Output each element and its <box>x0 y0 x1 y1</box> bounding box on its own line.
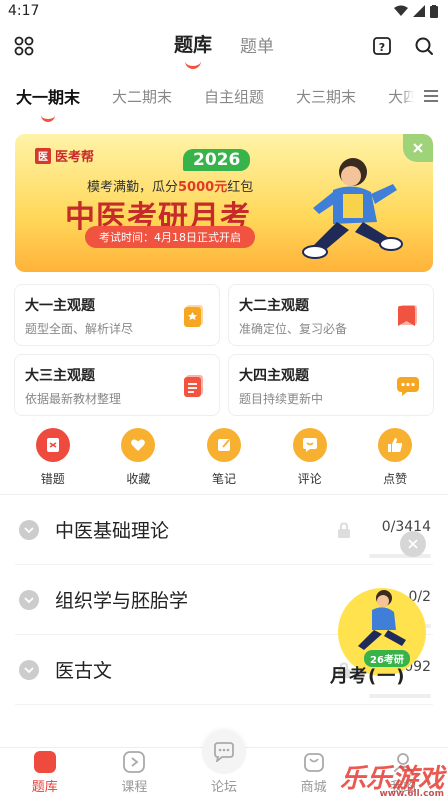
bottom-tab-forum[interactable]: 论坛 <box>194 730 254 795</box>
bottom-tab-question-bank[interactable]: 题库 <box>15 751 75 795</box>
lock-icon <box>338 522 350 538</box>
question-bank-icon <box>33 751 56 773</box>
tool-label: 错题 <box>40 472 65 486</box>
card-title: 大四主观题 <box>239 368 309 384</box>
subject-name: 组织学与胚胎学 <box>55 590 189 612</box>
subject-progress-bar <box>369 694 431 698</box>
running-student-illustration <box>358 590 406 650</box>
comment-icon <box>292 428 327 462</box>
card-desc: 准确定位、复习必备 <box>239 322 348 336</box>
bottom-tab-courses[interactable]: 课程 <box>104 751 164 795</box>
watermark: 乐乐游戏 www.6ll.com <box>340 758 444 799</box>
tool-notes[interactable]: 笔记 <box>194 428 254 494</box>
subtab-year2-final[interactable]: 大二期末 <box>112 86 172 107</box>
subtab-year1-final[interactable]: 大一期末 <box>16 84 80 108</box>
close-icon <box>413 143 423 153</box>
forum-icon <box>201 730 246 774</box>
watermark-url: www.6ll.com <box>379 789 444 799</box>
wifi-icon <box>394 5 408 16</box>
card-title: 大二主观题 <box>239 298 309 314</box>
banner-year: 2026 <box>183 149 251 171</box>
top-nav: 题库 题单 ? <box>0 22 448 70</box>
banner-logo: 医 医考帮 <box>35 146 94 165</box>
tab-question-bank[interactable]: 题库 <box>174 30 212 57</box>
bottom-tab-label: 题库 <box>31 780 58 795</box>
signal-icon <box>413 5 425 17</box>
floating-exam-ad[interactable]: 26考研 月考(一) <box>330 582 434 687</box>
card-year4-subjective[interactable]: 大四主观题 题目持续更新中 <box>228 354 434 416</box>
bottom-tab-label: 商城 <box>300 780 327 795</box>
subject-progress-bar <box>369 554 431 558</box>
status-icons <box>394 4 438 18</box>
doc-lines-icon <box>184 375 203 397</box>
subject-name: 中医基础理论 <box>55 520 170 542</box>
chevron-down-icon[interactable] <box>19 589 39 610</box>
status-time: 4:17 <box>8 3 40 19</box>
top-tabs: 题库 题单 <box>174 30 274 57</box>
subtab-custom-quiz[interactable]: 自主组题 <box>204 86 264 107</box>
logo-text: 医考帮 <box>55 150 95 165</box>
banner-close-corner[interactable] <box>403 134 433 162</box>
card-year3-subjective[interactable]: 大三主观题 依据最新教材整理 <box>14 354 220 416</box>
card-desc: 题型全面、解析详尽 <box>25 322 134 336</box>
promo-banner[interactable]: 医 医考帮 2026 模考满勤，瓜分5000元红包 中医考研月考 考试时间：4月… <box>15 134 433 272</box>
bottom-tab-label: 课程 <box>121 780 148 795</box>
shop-bag-icon <box>303 753 324 772</box>
note-icon <box>206 428 241 462</box>
subject-name: 医古文 <box>55 660 113 682</box>
subtab-year3-final[interactable]: 大三期末 <box>296 86 356 107</box>
svg-text:?: ? <box>379 41 385 54</box>
chevron-down-icon[interactable] <box>19 659 39 680</box>
card-title: 大三主观题 <box>25 368 95 384</box>
tab-question-list[interactable]: 题单 <box>240 32 274 57</box>
tool-wrong-questions[interactable]: 错题 <box>23 428 83 494</box>
tool-label: 笔记 <box>211 472 236 486</box>
subjective-cards: 大一主观题 题型全面、解析详尽 大二主观题 准确定位、复习必备 大三主观题 依据… <box>14 284 434 416</box>
tool-comments[interactable]: 评论 <box>280 428 340 494</box>
wrong-book-icon <box>35 428 70 462</box>
tool-shortcuts: 错题 收藏 笔记 评论 点赞 <box>0 416 448 494</box>
running-student-illustration <box>302 158 403 259</box>
tool-label: 收藏 <box>126 472 151 486</box>
chevron-down-icon[interactable] <box>19 519 39 540</box>
bookmark-icon <box>398 305 417 326</box>
battery-icon <box>430 4 438 18</box>
close-icon <box>408 539 418 549</box>
grid-menu-icon[interactable] <box>14 36 34 56</box>
grade-tabs: 大一期末 大二期末 自主组题 大三期末 大四期末 <box>0 70 448 122</box>
tool-label: 评论 <box>297 472 322 486</box>
banner-time: 考试时间：4月18日正式开启 <box>85 226 255 248</box>
float-ad-close-button[interactable] <box>400 531 426 557</box>
status-bar: 4:17 <box>0 0 448 22</box>
tool-likes[interactable]: 点赞 <box>365 428 425 494</box>
chat-icon <box>397 377 419 396</box>
card-year1-subjective[interactable]: 大一主观题 题型全面、解析详尽 <box>14 284 220 346</box>
card-title: 大一主观题 <box>25 298 95 314</box>
card-desc: 依据最新教材整理 <box>25 392 122 406</box>
play-course-icon <box>123 751 146 773</box>
card-desc: 题目持续更新中 <box>239 392 324 406</box>
hamburger-icon <box>424 90 438 102</box>
help-icon[interactable]: ? <box>372 36 392 56</box>
search-icon[interactable] <box>414 36 434 56</box>
card-year2-subjective[interactable]: 大二主观题 准确定位、复习必备 <box>228 284 434 346</box>
thumb-up-icon <box>378 428 413 462</box>
tool-favorites[interactable]: 收藏 <box>108 428 168 494</box>
tabs-menu-button[interactable] <box>414 70 448 122</box>
ad-title: 月考(一) <box>330 666 406 687</box>
star-doc-icon <box>184 305 203 327</box>
top-right-icons: ? <box>372 36 434 56</box>
heart-icon <box>121 428 156 462</box>
subject-row[interactable]: 中医基础理论 0/3414 <box>15 495 433 565</box>
bottom-tab-mall[interactable]: 商城 <box>284 751 344 795</box>
logo-mark: 医 <box>35 147 51 164</box>
bottom-tab-label: 论坛 <box>210 780 237 795</box>
tool-label: 点赞 <box>383 472 408 486</box>
